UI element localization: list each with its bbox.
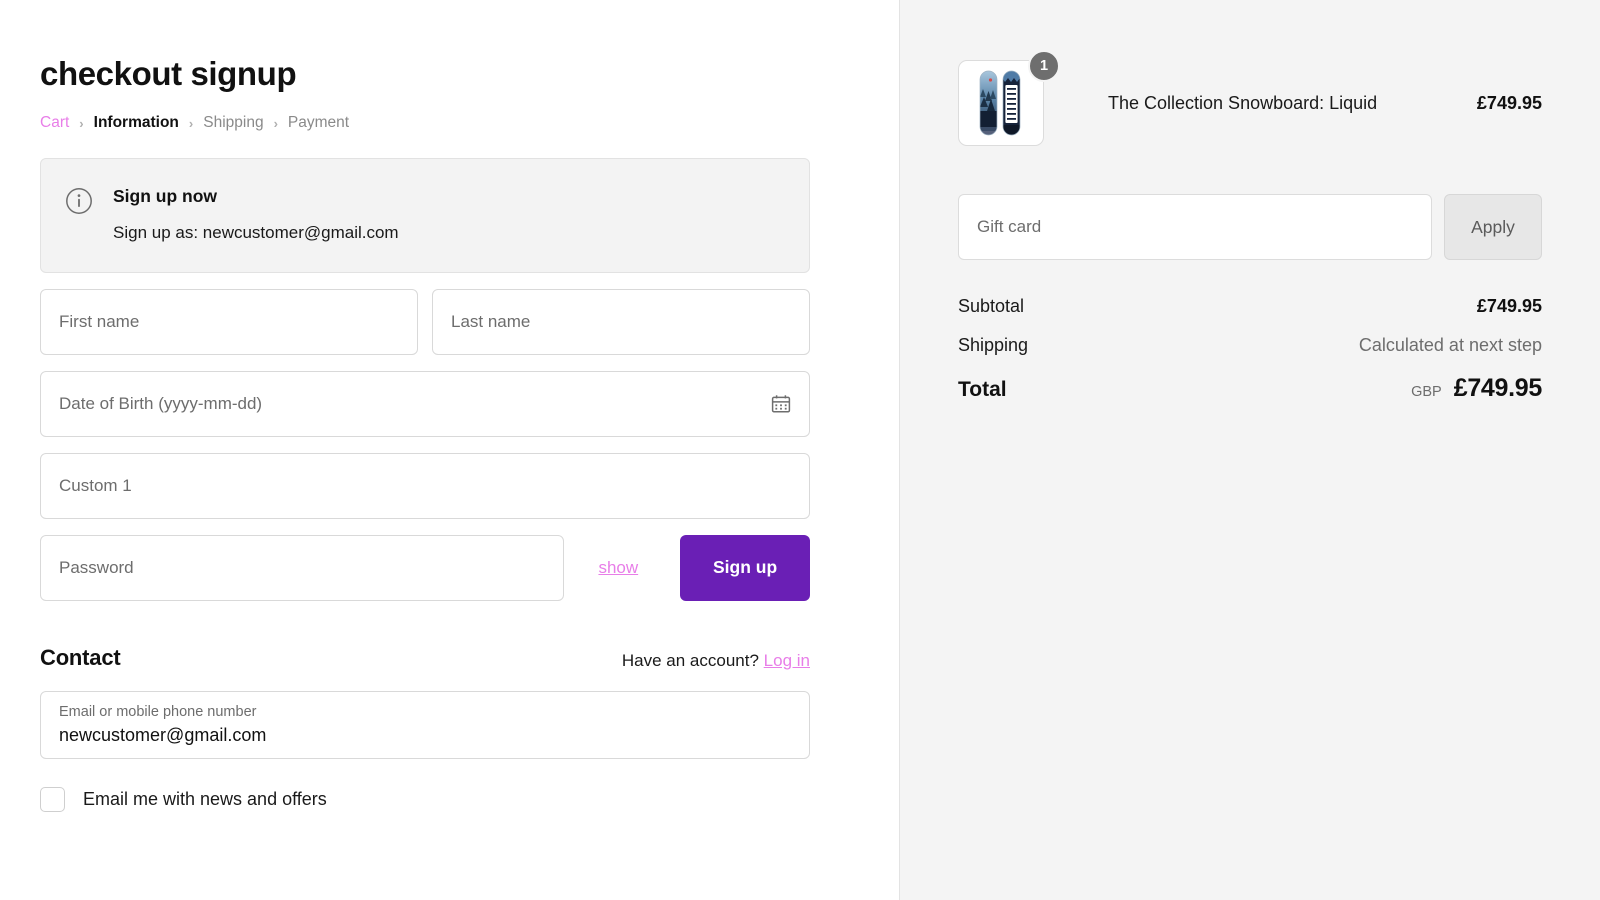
- dob-field-row: Date of Birth (yyyy-mm-dd): [40, 371, 810, 437]
- custom-field-row: Custom 1: [40, 453, 810, 519]
- email-or-phone-label: Email or mobile phone number: [59, 703, 791, 722]
- currency-code: GBP: [1411, 384, 1442, 400]
- email-or-phone-value: newcustomer@gmail.com: [59, 723, 791, 747]
- log-in-link[interactable]: Log in: [764, 651, 810, 670]
- breadcrumb-item-shipping[interactable]: Shipping: [203, 114, 263, 132]
- info-circle-icon: [65, 187, 93, 243]
- grand-total-amount-group: GBP £749.95: [1411, 374, 1542, 403]
- chevron-right-icon: ›: [188, 116, 194, 131]
- account-prompt: Have an account? Log in: [622, 651, 810, 671]
- date-of-birth-placeholder: Date of Birth (yyyy-mm-dd): [59, 394, 262, 414]
- newsletter-checkbox-row[interactable]: Email me with news and offers: [40, 787, 810, 812]
- grand-total-row: Total GBP £749.95: [958, 374, 1542, 403]
- breadcrumb: Cart › Information › Shipping › Payment: [40, 114, 860, 132]
- breadcrumb-item-payment[interactable]: Payment: [288, 114, 349, 132]
- custom-1-input[interactable]: Custom 1: [40, 453, 810, 519]
- password-input[interactable]: Password: [40, 535, 564, 601]
- sign-up-button[interactable]: Sign up: [680, 535, 810, 601]
- chevron-right-icon: ›: [78, 116, 84, 131]
- newsletter-checkbox[interactable]: [40, 787, 65, 812]
- product-name: The Collection Snowboard: Liquid: [1108, 93, 1477, 114]
- breadcrumb-item-cart[interactable]: Cart: [40, 114, 69, 132]
- gift-card-input[interactable]: Gift card: [958, 194, 1432, 260]
- last-name-placeholder: Last name: [451, 312, 530, 332]
- order-totals: Subtotal £749.95 Shipping Calculated at …: [958, 296, 1542, 403]
- apply-gift-card-button[interactable]: Apply: [1444, 194, 1542, 260]
- checkout-form-panel: checkout signup Cart › Information › Shi…: [0, 0, 900, 900]
- shipping-value: Calculated at next step: [1359, 335, 1542, 356]
- account-prompt-text: Have an account?: [622, 651, 759, 670]
- gift-card-placeholder: Gift card: [977, 217, 1041, 237]
- custom-1-placeholder: Custom 1: [59, 476, 132, 496]
- grand-total-amount: £749.95: [1454, 374, 1542, 403]
- quantity-badge: 1: [1028, 50, 1060, 82]
- calendar-icon[interactable]: [771, 394, 791, 414]
- product-thumbnail-wrap: 1: [958, 60, 1044, 146]
- shipping-row: Shipping Calculated at next step: [958, 335, 1542, 356]
- name-field-row: First name Last name: [40, 289, 810, 355]
- subtotal-value: £749.95: [1477, 296, 1542, 317]
- password-row: Password show Sign up: [40, 535, 810, 601]
- first-name-input[interactable]: First name: [40, 289, 418, 355]
- gift-card-row: Gift card Apply: [958, 194, 1542, 260]
- breadcrumb-item-information[interactable]: Information: [94, 114, 179, 132]
- chevron-right-icon: ›: [273, 116, 279, 131]
- checkout-page: checkout signup Cart › Information › Shi…: [0, 0, 1600, 900]
- show-password-link[interactable]: show: [598, 558, 638, 578]
- subtotal-label: Subtotal: [958, 296, 1024, 317]
- order-line-item: 1 The Collection Snowboard: Liquid £749.…: [958, 60, 1542, 146]
- date-of-birth-input[interactable]: Date of Birth (yyyy-mm-dd): [40, 371, 810, 437]
- shipping-label: Shipping: [958, 335, 1028, 356]
- signup-notice-subtitle: Sign up as: newcustomer@gmail.com: [113, 223, 399, 243]
- product-price: £749.95: [1477, 93, 1542, 114]
- password-placeholder: Password: [59, 558, 134, 578]
- signup-notice-banner: Sign up now Sign up as: newcustomer@gmai…: [40, 158, 810, 272]
- contact-heading: Contact: [40, 645, 121, 671]
- subtotal-row: Subtotal £749.95: [958, 296, 1542, 317]
- grand-total-label: Total: [958, 378, 1007, 402]
- email-or-phone-input[interactable]: Email or mobile phone number newcustomer…: [40, 691, 810, 759]
- newsletter-checkbox-label: Email me with news and offers: [83, 789, 327, 810]
- order-summary-panel: 1 The Collection Snowboard: Liquid £749.…: [900, 0, 1600, 900]
- contact-section-header: Contact Have an account? Log in: [40, 645, 810, 671]
- last-name-input[interactable]: Last name: [432, 289, 810, 355]
- page-title: checkout signup: [40, 56, 860, 92]
- first-name-placeholder: First name: [59, 312, 139, 332]
- signup-notice-title: Sign up now: [113, 186, 399, 207]
